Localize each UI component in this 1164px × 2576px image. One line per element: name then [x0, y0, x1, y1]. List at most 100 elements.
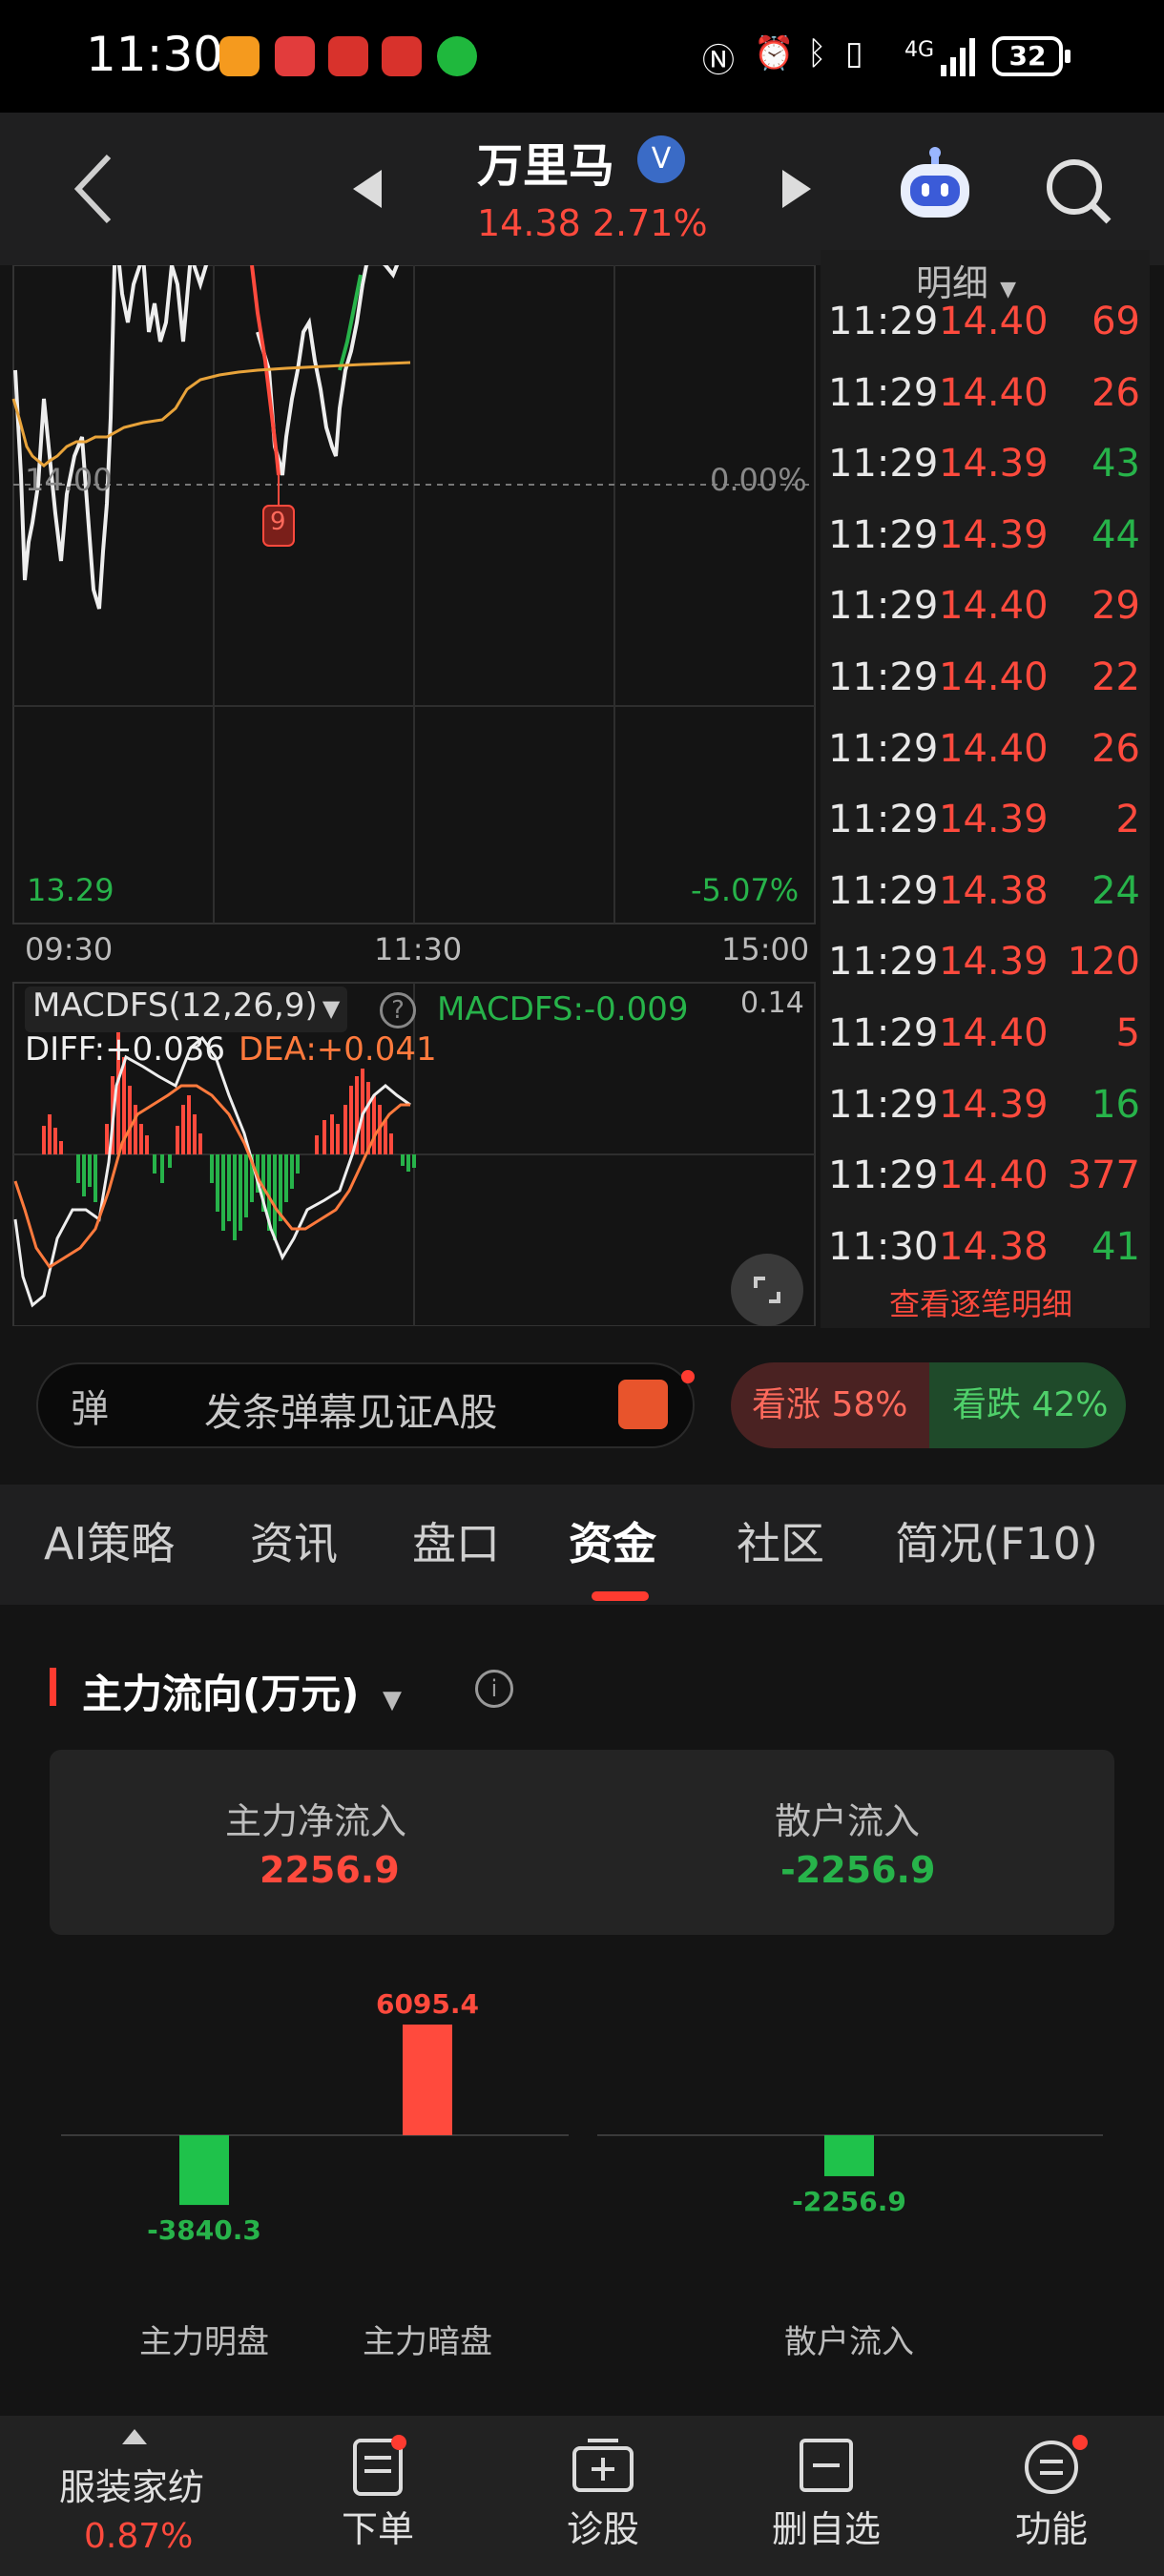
back-icon[interactable]	[71, 153, 114, 225]
tick-price: 14.40	[939, 655, 1049, 699]
fund-flow-chart: -3840.3 主力明盘 6095.4 主力暗盘 -2256.9 散户流入	[61, 1988, 1103, 2361]
bear-vote-label: 看跌 42%	[952, 1385, 1109, 1424]
bull-vote-button[interactable]: 看涨 58%	[731, 1362, 929, 1448]
tab-community[interactable]: 社区	[737, 1509, 824, 1572]
alarm-icon: ⏰	[754, 34, 795, 73]
tick-volume: 44	[1091, 512, 1140, 557]
tab-funds[interactable]: 资金	[569, 1509, 656, 1572]
verified-badge-icon: V	[637, 135, 685, 183]
tick-volume: 29	[1091, 584, 1140, 629]
tick-volume: 26	[1091, 726, 1140, 771]
tick-row: 11:29 14.39 2	[821, 798, 1150, 868]
remove-watchlist-button[interactable]: 删自选	[769, 2435, 883, 2552]
tick-volume: 120	[1067, 940, 1140, 985]
game-notification-icon-2	[382, 36, 422, 76]
dropdown-arrow-icon: ▼	[383, 1686, 403, 1714]
diagnose-button[interactable]: 诊股	[565, 2435, 641, 2552]
tick-row: 11:29 14.40 26	[821, 371, 1150, 442]
fund-flow-title: 主力流向(万元)	[82, 1671, 360, 1717]
tick-row: 11:29 14.39 16	[821, 1083, 1150, 1153]
fund-bar-label: 散户流入	[784, 2323, 914, 2361]
tick-row: 11:29 14.39 44	[821, 513, 1150, 584]
section-marker	[50, 1668, 56, 1706]
tick-price: 14.39	[939, 798, 1049, 842]
retail-inflow-label: 散户流入	[775, 1800, 921, 1842]
expand-up-icon[interactable]	[120, 2427, 149, 2446]
tick-time: 11:29	[828, 726, 939, 771]
fullscreen-button[interactable]	[731, 1254, 803, 1326]
functions-button[interactable]: 功能	[1013, 2435, 1090, 2552]
tick-price: 14.40	[939, 726, 1049, 771]
indicator-selector[interactable]: MACDFS(12,26,9) ▼	[25, 987, 348, 1032]
tick-time: 11:29	[828, 1153, 939, 1198]
active-tab-indicator	[592, 1591, 649, 1601]
diagnose-icon	[572, 2439, 634, 2492]
tick-volume: 43	[1091, 442, 1140, 487]
indicator-value: MACDFS:-0.009	[437, 990, 689, 1028]
search-icon[interactable]	[1044, 156, 1112, 225]
gift-icon[interactable]	[618, 1380, 668, 1429]
low-pct-label: -5.07%	[691, 872, 800, 908]
tab-orderbook[interactable]: 盘口	[412, 1509, 500, 1572]
avg-price-line	[11, 361, 411, 467]
danmaku-bar[interactable]: 弹 发条弹幕见证A股	[36, 1362, 695, 1448]
tick-price: 14.40	[939, 1153, 1049, 1198]
tick-time: 11:29	[828, 512, 939, 557]
sector-name[interactable]: 服装家纺	[59, 2458, 204, 2510]
stock-header: 万里马 V 14.38 2.71%	[0, 113, 1164, 265]
view-all-ticks-link[interactable]: 查看逐笔明细	[889, 1280, 1072, 1324]
bull-vote-label: 看涨 58%	[752, 1385, 908, 1424]
tick-time: 11:29	[828, 655, 939, 699]
sector-change: 0.87%	[84, 2517, 194, 2556]
event-marker-badge[interactable]: 9	[270, 508, 286, 536]
next-stock-icon[interactable]	[779, 168, 813, 210]
tab-f10[interactable]: 简况(F10)	[895, 1509, 1098, 1572]
content-tabs: AI策略 资讯 盘口 资金 社区 简况(F10)	[0, 1485, 1164, 1605]
tick-time: 11:29	[828, 1011, 939, 1055]
pct-zero-label: 0.00%	[710, 462, 807, 498]
fund-flow-selector[interactable]: 主力流向(万元) ▼	[82, 1662, 402, 1720]
tick-price: 14.39	[939, 1082, 1049, 1127]
signal-icon	[941, 38, 975, 76]
tick-row: 11:29 14.39 43	[821, 442, 1150, 512]
fund-bar	[179, 2135, 229, 2206]
tick-time: 11:29	[828, 940, 939, 985]
tick-detail-panel[interactable]: 明细 ▼ 11:29 14.40 69 11:29 14.40 26 11:29 14.39 4…	[821, 250, 1150, 1328]
tick-price: 14.40	[939, 300, 1049, 343]
vibrate-icon: ▯	[845, 34, 863, 73]
price-line-late	[256, 265, 400, 476]
battery-indicator: 32	[992, 36, 1070, 76]
tick-header-label: 明细	[916, 262, 989, 304]
tick-volume: 16	[1091, 1082, 1140, 1127]
order-button[interactable]: 下单	[340, 2435, 416, 2552]
main-net-inflow-label: 主力净流入	[225, 1800, 407, 1842]
network-type-label: 4G	[904, 38, 935, 62]
tick-row: 11:29 14.38 24	[821, 869, 1150, 940]
price-zero-label: 14.00	[25, 462, 113, 498]
tick-time: 11:29	[828, 370, 939, 415]
ai-robot-icon[interactable]	[893, 141, 977, 225]
tick-header[interactable]: 明细 ▼	[916, 254, 1016, 306]
tick-time: 11:29	[828, 300, 939, 343]
notification-dot	[681, 1370, 695, 1383]
prev-stock-icon[interactable]	[351, 168, 385, 210]
tick-row: 11:29 14.39 120	[821, 940, 1150, 1010]
dropdown-arrow-icon: ▼	[322, 995, 341, 1022]
tick-volume: 22	[1091, 655, 1140, 699]
danmaku-input[interactable]: 发条弹幕见证A股	[204, 1381, 497, 1437]
tick-row: 11:29 14.40 69	[821, 300, 1150, 370]
status-time: 11:30	[86, 27, 224, 82]
info-icon[interactable]: i	[475, 1670, 513, 1708]
time-axis-mid: 11:30	[374, 931, 463, 967]
time-axis-open: 09:30	[25, 931, 114, 967]
bear-vote-button[interactable]: 看跌 42%	[929, 1362, 1126, 1448]
tick-price: 14.40	[939, 370, 1049, 415]
intraday-chart[interactable]: 14.00 0.00% 9 13.29 -5.07% 09:30 11:30 1…	[0, 265, 821, 1326]
tab-ai-strategy[interactable]: AI策略	[44, 1509, 175, 1572]
tick-volume: 2	[1115, 798, 1140, 842]
tick-volume: 26	[1091, 370, 1140, 415]
help-icon[interactable]: ?	[380, 992, 416, 1028]
tick-time: 11:29	[828, 1082, 939, 1127]
tick-price: 14.40	[939, 1011, 1049, 1055]
tab-news[interactable]: 资讯	[250, 1509, 338, 1572]
